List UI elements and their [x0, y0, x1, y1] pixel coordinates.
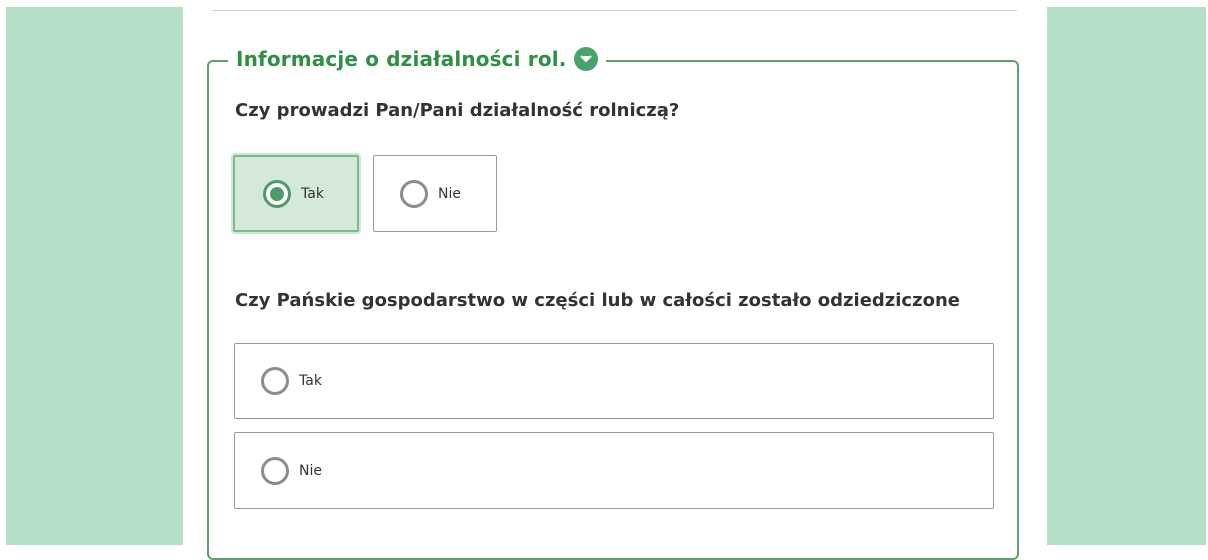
section-title: Informacje o działalności rol.: [236, 47, 567, 71]
question-inherited-farm: Czy Pańskie gospodarstwo w części lub w …: [235, 290, 960, 311]
option-label: Nie: [299, 462, 322, 479]
radio-unchecked-icon: [261, 456, 289, 485]
top-divider: [212, 10, 1017, 11]
option-label: Tak: [299, 373, 322, 389]
section-legend[interactable]: Informacje o działalności rol.: [228, 44, 607, 74]
chevron-down-glyph: [580, 55, 593, 62]
option-farming-yes[interactable]: Tak: [233, 155, 359, 232]
radio-checked-icon: [263, 179, 291, 208]
radio-unchecked-icon: [261, 367, 289, 395]
question-farming-activity: Czy prowadzi Pan/Pani działalność rolnic…: [235, 100, 680, 121]
option-farming-no[interactable]: Nie: [373, 155, 497, 232]
option-inherited-yes[interactable]: Tak: [234, 343, 994, 419]
option-label: Nie: [438, 185, 461, 202]
chevron-down-icon[interactable]: [574, 47, 599, 71]
radio-unchecked-icon: [400, 179, 428, 208]
option-label: Tak: [301, 185, 324, 202]
option-inherited-no[interactable]: Nie: [234, 432, 994, 509]
